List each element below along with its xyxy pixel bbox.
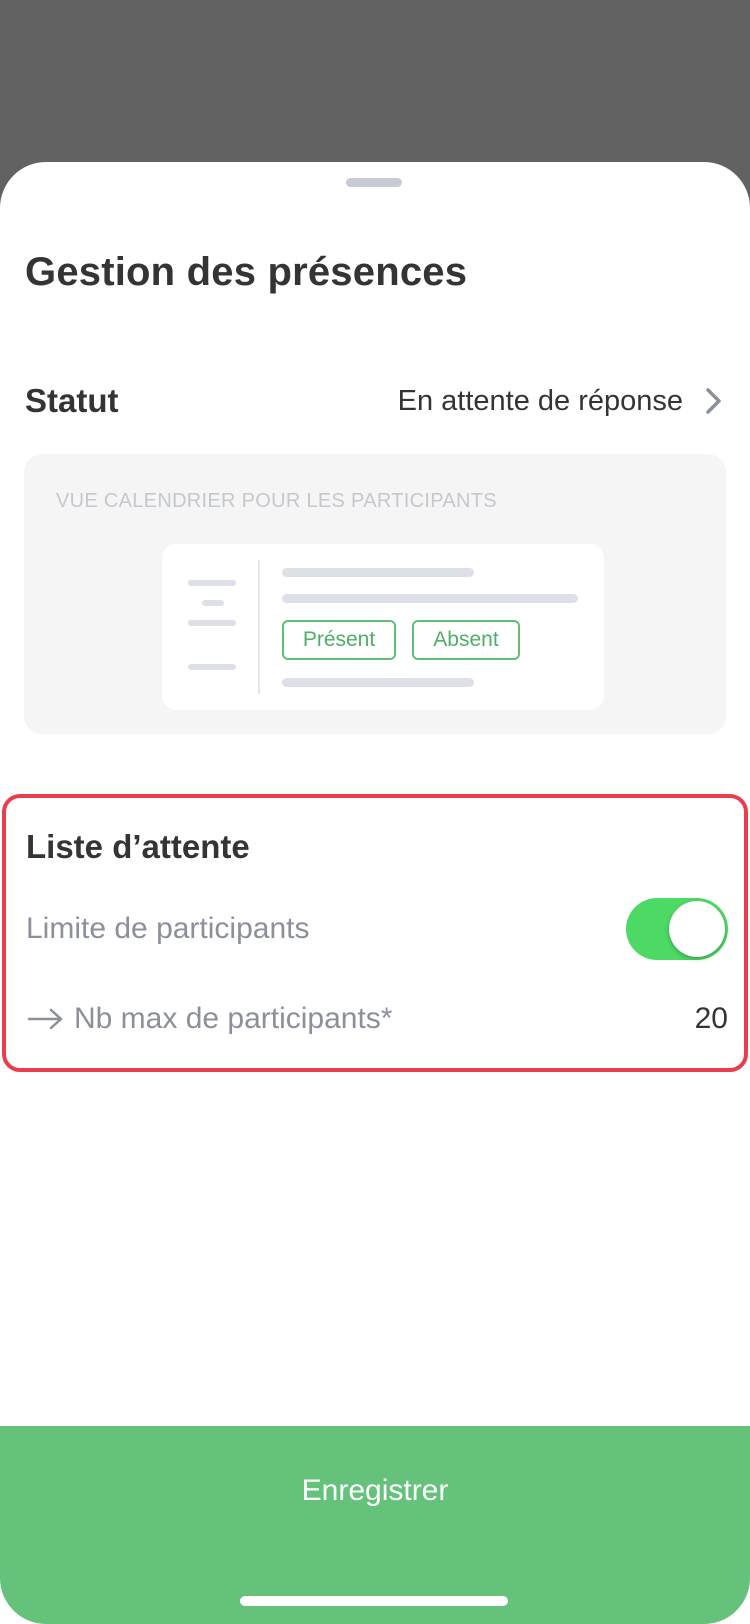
skeleton-line: [188, 664, 236, 670]
sheet-grabber[interactable]: [346, 178, 402, 187]
max-participants-label: Nb max de participants*: [74, 1002, 393, 1035]
skeleton-line: [202, 600, 224, 606]
chevron-right-icon: [706, 388, 721, 414]
preview-card: Présent Absent: [162, 544, 604, 710]
status-row[interactable]: Statut En attente de réponse: [25, 376, 725, 426]
skeleton-line: [282, 678, 474, 687]
preview-divider: [258, 560, 260, 694]
present-pill: Présent: [282, 620, 396, 660]
max-participants-row[interactable]: Nb max de participants* 20: [26, 994, 728, 1044]
arrow-right-icon: [27, 1008, 63, 1030]
waitlist-section: Liste d’attente Limite de participants N…: [2, 794, 748, 1072]
absent-pill: Absent: [412, 620, 520, 660]
calendar-preview: VUE CALENDRIER POUR LES PARTICIPANTS Pré…: [24, 454, 726, 734]
preview-caption: VUE CALENDRIER POUR LES PARTICIPANTS: [56, 490, 497, 512]
save-button-label: Enregistrer: [301, 1474, 449, 1507]
toggle-knob: [669, 901, 725, 957]
max-participants-value[interactable]: 20: [695, 1002, 728, 1036]
limit-participants-toggle[interactable]: [626, 898, 728, 960]
waitlist-title: Liste d’attente: [26, 828, 250, 865]
skeleton-line: [188, 620, 236, 626]
status-value: En attente de réponse: [397, 384, 683, 417]
page-title: Gestion des présences: [25, 250, 468, 294]
max-participants-label-group: Nb max de participants*: [26, 1002, 393, 1036]
limit-participants-label: Limite de participants: [26, 912, 310, 945]
skeleton-line: [282, 568, 474, 577]
home-indicator: [240, 1596, 508, 1606]
skeleton-line: [188, 580, 236, 586]
status-value-group[interactable]: En attente de réponse: [398, 385, 725, 418]
save-button[interactable]: Enregistrer: [0, 1426, 750, 1624]
skeleton-line: [282, 594, 578, 603]
status-label: Statut: [25, 382, 119, 419]
